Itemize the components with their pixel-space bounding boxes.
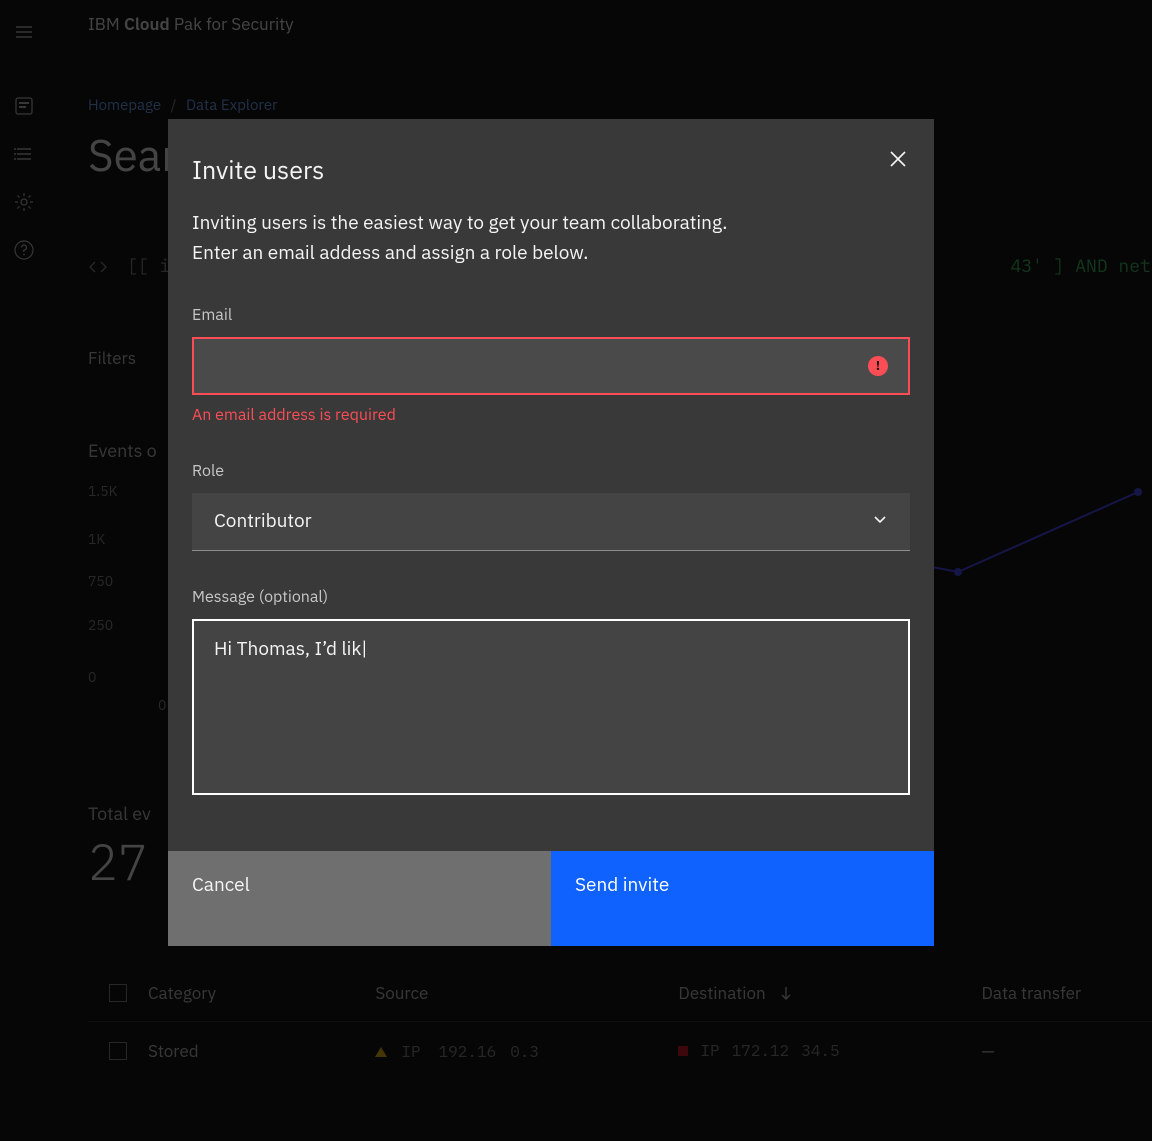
email-input[interactable] [194, 339, 908, 393]
close-icon [888, 149, 908, 169]
email-field-group: Email ! An email address is required [192, 305, 910, 425]
chevron-down-icon [872, 509, 888, 533]
close-button[interactable] [874, 135, 922, 183]
modal-desc-line: Enter an email addess and assign a role … [192, 238, 910, 268]
message-label: Message (optional) [192, 587, 910, 607]
email-label: Email [192, 305, 910, 325]
role-value: Contributor [214, 509, 312, 533]
cancel-button[interactable]: Cancel [168, 851, 551, 946]
message-field-group: Message (optional) [192, 587, 910, 795]
send-invite-button[interactable]: Send invite [551, 851, 934, 946]
modal-actions: Cancel Send invite [168, 851, 934, 946]
message-textarea[interactable] [192, 619, 910, 795]
modal-desc-line: Inviting users is the easiest way to get… [192, 208, 910, 238]
role-select[interactable]: Contributor [192, 493, 910, 551]
email-input-wrap: ! [192, 337, 910, 395]
role-field-group: Role Contributor [192, 461, 910, 551]
error-icon: ! [868, 356, 888, 376]
email-error-message: An email address is required [192, 405, 910, 425]
modal-title: Invite users [192, 153, 324, 186]
invite-users-modal: Invite users Inviting users is the easie… [168, 119, 934, 946]
role-label: Role [192, 461, 910, 481]
modal-description: Inviting users is the easiest way to get… [192, 208, 910, 269]
